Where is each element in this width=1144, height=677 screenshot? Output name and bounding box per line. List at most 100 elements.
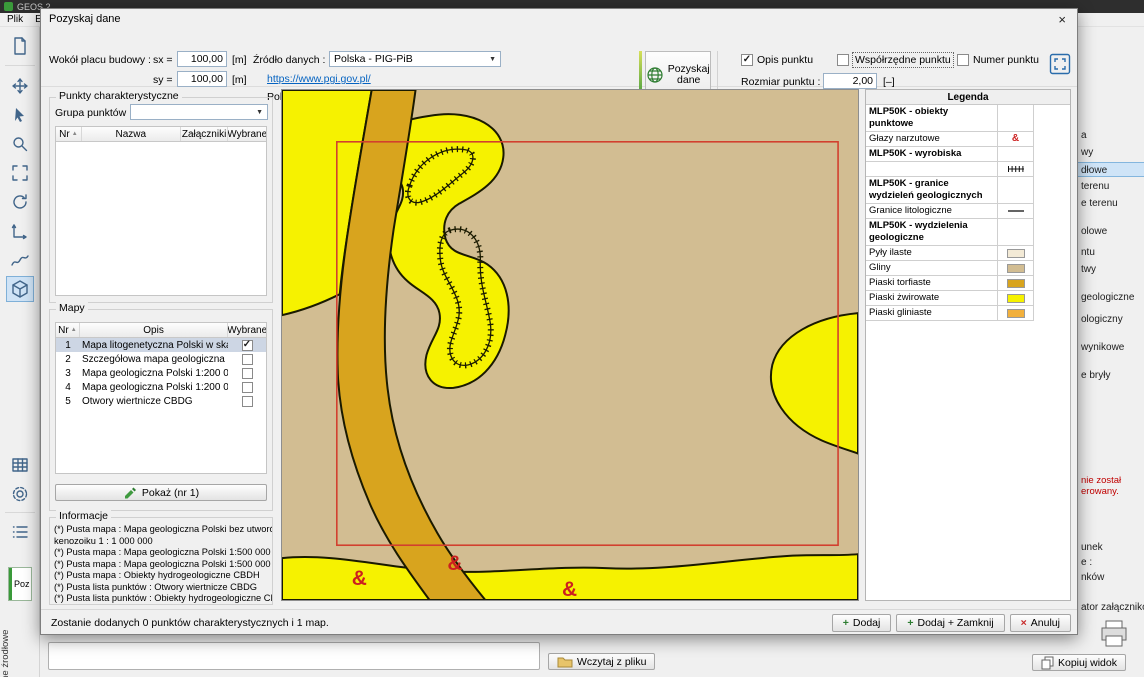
warning-text: nie został bbox=[1078, 475, 1144, 486]
panel-item[interactable]: a bbox=[1078, 128, 1144, 143]
chevron-down-icon: ▼ bbox=[485, 56, 500, 63]
add-and-close-button[interactable]: + Dodaj + Zamknij bbox=[896, 614, 1004, 632]
info-group-title: Informacje bbox=[56, 510, 111, 522]
panel-item[interactable]: e terenu bbox=[1078, 196, 1144, 211]
copy-view-button[interactable]: Kopiuj widok bbox=[1032, 654, 1126, 671]
sx-input[interactable] bbox=[177, 51, 227, 67]
add-and-close-label: Dodaj + Zamknij bbox=[918, 617, 994, 629]
panel-item[interactable]: terenu bbox=[1078, 179, 1144, 194]
col-wybrane[interactable]: Wybrane bbox=[228, 127, 266, 141]
maps-table-header: Nr▲ Opis Wybrane bbox=[56, 323, 266, 338]
pgi-link[interactable]: https://www.pgi.gov.pl/ bbox=[267, 73, 371, 85]
points-table-header: Nr▲ Nazwa Załączniki Wybrane bbox=[56, 127, 266, 142]
attachments-manager-label[interactable]: ator załączników bbox=[1078, 600, 1144, 615]
color-swatch bbox=[1007, 264, 1025, 273]
rotate-view-icon[interactable] bbox=[6, 189, 34, 215]
col-opis[interactable]: Opis bbox=[80, 323, 229, 337]
application-window: GEOS 2 Plik Edy Poz Dane źrodłowe a wy d… bbox=[0, 0, 1144, 677]
fullscreen-button[interactable] bbox=[1049, 53, 1071, 75]
new-file-icon[interactable] bbox=[6, 33, 34, 59]
data-source-select[interactable]: Polska - PIG-PiB ▼ bbox=[329, 51, 501, 67]
sort-asc-icon: ▲ bbox=[72, 131, 78, 137]
left-toolbar: Poz Dane źrodłowe bbox=[0, 27, 40, 677]
source-data-vertical-tab[interactable]: Dane źrodłowe bbox=[0, 619, 14, 677]
row-checkbox[interactable] bbox=[242, 382, 253, 393]
sort-asc-icon: ▲ bbox=[71, 327, 77, 333]
sy-input[interactable] bbox=[177, 71, 227, 87]
show-map-button[interactable]: Pokaż (nr 1) bbox=[55, 484, 267, 501]
table-row[interactable]: 4 Mapa geologiczna Polski 1:200 000 - od… bbox=[56, 380, 266, 394]
table-row[interactable]: 2 Szczegółowa mapa geologiczna Polski 1:… bbox=[56, 352, 266, 366]
col-nr[interactable]: Nr▲ bbox=[56, 127, 82, 141]
point-coordinates-checkbox[interactable] bbox=[837, 54, 849, 66]
folder-open-icon bbox=[557, 655, 573, 668]
row-checkbox[interactable] bbox=[242, 354, 253, 365]
point-number-checkbox[interactable] bbox=[957, 54, 969, 66]
info-line: kenozoiku 1 : 1 000 000 bbox=[50, 536, 272, 548]
legend-row bbox=[866, 162, 1034, 177]
menu-plik[interactable]: Plik bbox=[7, 14, 23, 25]
panel-item[interactable]: ntu bbox=[1078, 245, 1144, 260]
close-icon[interactable]: × bbox=[1055, 13, 1069, 26]
point-group-select[interactable]: ▼ bbox=[130, 104, 268, 120]
mini-tab-label: Poz bbox=[14, 579, 30, 589]
panel-item: e : bbox=[1078, 555, 1144, 570]
cancel-button[interactable]: × Anuluj bbox=[1010, 614, 1071, 632]
col-nazwa[interactable]: Nazwa bbox=[82, 127, 181, 141]
panel-item[interactable]: olowe bbox=[1078, 224, 1144, 239]
add-button[interactable]: + Dodaj bbox=[832, 614, 892, 632]
panel-item[interactable]: e bryły bbox=[1078, 368, 1144, 383]
col-zalaczniki[interactable]: Załączniki bbox=[181, 127, 229, 141]
pozyskaj-mini-tab[interactable]: Poz bbox=[8, 567, 32, 601]
boulder-symbol: & bbox=[447, 552, 462, 575]
dialog-title: Pozyskaj dane bbox=[49, 13, 121, 25]
print-icon[interactable] bbox=[1098, 618, 1130, 653]
panel-item[interactable]: wy bbox=[1078, 145, 1144, 160]
load-from-file-label: Wczytaj z pliku bbox=[577, 656, 646, 668]
show-icon bbox=[123, 485, 138, 500]
point-description-checkbox[interactable] bbox=[741, 54, 753, 66]
panel-item-selected[interactable]: dłowe bbox=[1078, 162, 1144, 177]
table-row[interactable]: 5 Otwory wiertnicze CBDG bbox=[56, 394, 266, 408]
maps-group-title: Mapy bbox=[56, 302, 88, 314]
load-from-file-button[interactable]: Wczytaj z pliku bbox=[548, 653, 655, 670]
toolbar-separator bbox=[5, 512, 35, 513]
table-row[interactable]: 1 Mapa litogenetyczna Polski w skali 1:5… bbox=[56, 338, 266, 352]
panel-item[interactable]: twy bbox=[1078, 262, 1144, 277]
zoom-icon[interactable] bbox=[6, 131, 34, 157]
table-icon[interactable] bbox=[6, 452, 34, 478]
panel-item[interactable]: wynikowe bbox=[1078, 340, 1144, 355]
sx-label: sx = bbox=[153, 53, 173, 67]
sy-unit: [m] bbox=[232, 73, 247, 87]
add-label: Dodaj bbox=[853, 617, 880, 629]
row-checkbox[interactable] bbox=[242, 368, 253, 379]
table-row[interactable]: 3 Mapa geologiczna Polski 1:200 000 - za… bbox=[56, 366, 266, 380]
info-line: (*) Pusta mapa : Mapa geologiczna Polski… bbox=[50, 524, 272, 536]
row-checkbox[interactable] bbox=[242, 340, 253, 351]
panel-item[interactable]: geologiczne bbox=[1078, 290, 1144, 305]
info-group: Informacje (*) Pusta mapa : Mapa geologi… bbox=[49, 517, 273, 605]
point-size-input[interactable] bbox=[823, 73, 877, 89]
legend-row: MLP50K - granice wydzieleń geologicznych bbox=[866, 177, 1034, 204]
panel-item[interactable]: ologiczny bbox=[1078, 312, 1144, 327]
row-checkbox[interactable] bbox=[242, 396, 253, 407]
app-logo-icon bbox=[4, 2, 13, 11]
settings-gear-icon[interactable] bbox=[6, 481, 34, 507]
list-icon[interactable] bbox=[6, 519, 34, 545]
terrain-icon[interactable] bbox=[6, 247, 34, 273]
col-wybrane[interactable]: Wybrane bbox=[228, 323, 266, 337]
axes-icon[interactable] bbox=[6, 218, 34, 244]
notes-field[interactable] bbox=[48, 642, 540, 670]
map-canvas[interactable]: & & & bbox=[281, 89, 859, 601]
boulder-legend-symbol: & bbox=[1012, 133, 1019, 145]
legend-row: Granice litologiczne bbox=[866, 204, 1034, 219]
pan-icon[interactable] bbox=[6, 73, 34, 99]
plus-icon: + bbox=[843, 617, 849, 629]
fit-view-icon[interactable] bbox=[6, 160, 34, 186]
col-nr[interactable]: Nr▲ bbox=[56, 323, 80, 337]
select-icon[interactable] bbox=[6, 102, 34, 128]
panel-item[interactable]: unek bbox=[1078, 540, 1144, 555]
model-3d-icon[interactable] bbox=[6, 276, 34, 302]
dialog-footer: Zostanie dodanych 0 punktów charakteryst… bbox=[41, 609, 1077, 635]
maps-table: Nr▲ Opis Wybrane 1 Mapa litogenetyczna P… bbox=[55, 322, 267, 474]
